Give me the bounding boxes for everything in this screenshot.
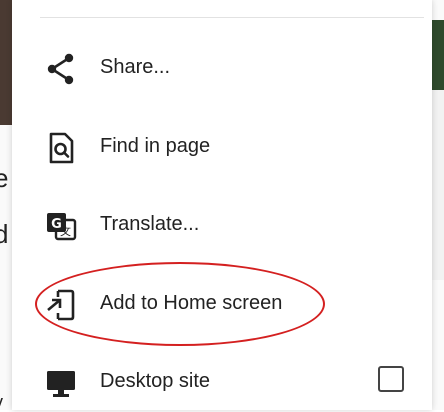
menu-item-label: Find in page	[100, 135, 211, 157]
menu-item-label: Add to Home screen	[100, 292, 283, 314]
background-text-fragment: e	[0, 163, 9, 193]
share-icon	[44, 52, 78, 86]
find-in-page-icon	[44, 131, 78, 165]
desktop-site-checkbox[interactable]	[378, 366, 404, 392]
desktop-icon	[44, 366, 78, 400]
menu-item-translate[interactable]: 文 G Translate...	[12, 195, 432, 255]
menu-item-label: Translate...	[100, 213, 200, 235]
background-image-left	[0, 0, 12, 125]
background-image-right	[432, 20, 444, 90]
translate-icon: 文 G	[44, 209, 78, 243]
svg-text:G: G	[51, 217, 62, 232]
overflow-menu: Share... Find in page 文 G Translate... A…	[12, 0, 432, 410]
menu-item-label: Desktop site	[100, 370, 211, 392]
menu-item-label: Share...	[100, 56, 171, 78]
background-text-fragment: v	[0, 374, 12, 410]
menu-divider	[40, 17, 424, 18]
background-text-fragment: i	[0, 318, 12, 374]
background-text-left: e d ( i v	[0, 150, 12, 410]
background-text-fragment: (	[0, 262, 12, 318]
background-image-right-lower	[432, 90, 444, 280]
menu-item-desktop-site[interactable]: Desktop site	[12, 352, 432, 412]
background-text-fragment: d	[0, 219, 9, 249]
menu-item-share[interactable]: Share...	[12, 38, 432, 98]
add-to-home-screen-icon	[44, 288, 78, 322]
menu-item-add-to-home-screen[interactable]: Add to Home screen	[12, 274, 432, 334]
menu-item-find-in-page[interactable]: Find in page	[12, 117, 432, 177]
